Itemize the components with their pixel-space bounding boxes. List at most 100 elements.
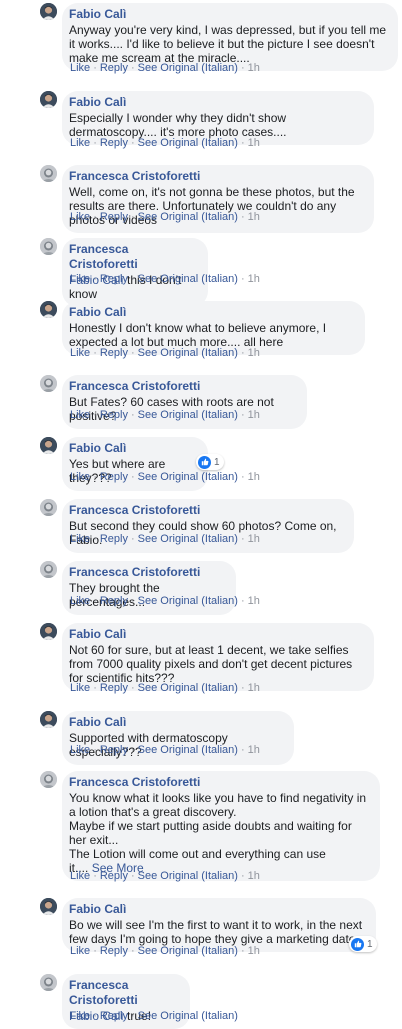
reaction-count[interactable]: 1: [196, 454, 224, 470]
avatar[interactable]: [40, 623, 57, 640]
see-original-button[interactable]: See Original (Italian): [138, 137, 238, 149]
separator-dot: ·: [93, 1010, 97, 1022]
avatar[interactable]: [40, 974, 57, 991]
timestamp-link[interactable]: 1h: [248, 870, 260, 882]
avatar[interactable]: [40, 301, 57, 318]
separator-dot: ·: [240, 945, 245, 957]
avatar[interactable]: [40, 437, 57, 454]
comment-author[interactable]: Francesca Cristoforetti: [69, 242, 199, 272]
like-button[interactable]: Like: [70, 347, 90, 359]
reply-button[interactable]: Reply: [100, 945, 128, 957]
avatar[interactable]: [40, 165, 57, 182]
comment-actions: Like · Reply · See Original (Italian): [70, 1010, 238, 1023]
comment-actions: Like · Reply · See Original (Italian) · 1h: [70, 62, 260, 75]
see-original-button[interactable]: See Original (Italian): [138, 409, 238, 421]
see-original-button[interactable]: See Original (Italian): [138, 533, 238, 545]
see-original-button[interactable]: See Original (Italian): [138, 347, 238, 359]
reply-button[interactable]: Reply: [100, 744, 128, 756]
see-original-button[interactable]: See Original (Italian): [138, 744, 238, 756]
comment-author[interactable]: Francesca Cristoforetti: [69, 379, 298, 394]
avatar[interactable]: [40, 91, 57, 108]
comment-author[interactable]: Fabio Calì: [69, 902, 367, 917]
timestamp-link[interactable]: 1h: [248, 137, 260, 149]
reply-button[interactable]: Reply: [100, 1010, 128, 1022]
like-button[interactable]: Like: [70, 682, 90, 694]
like-button[interactable]: Like: [70, 471, 90, 483]
comment-author[interactable]: Francesca Cristoforetti: [69, 503, 345, 518]
like-button[interactable]: Like: [70, 1010, 90, 1022]
timestamp-link[interactable]: 1h: [248, 347, 260, 359]
timestamp-link[interactable]: 1h: [248, 273, 260, 285]
reaction-count[interactable]: 1: [349, 936, 377, 952]
reply-button[interactable]: Reply: [100, 137, 128, 149]
comment-author[interactable]: Fabio Calì: [69, 715, 285, 730]
like-button[interactable]: Like: [70, 870, 90, 882]
timestamp-link[interactable]: 1h: [248, 744, 260, 756]
avatar[interactable]: [40, 711, 57, 728]
comment-author[interactable]: Fabio Calì: [69, 305, 356, 320]
comment-author[interactable]: Fabio Calì: [69, 441, 199, 456]
see-original-button[interactable]: See Original (Italian): [138, 682, 238, 694]
comment-actions: Like · Reply · See Original (Italian) · 1h: [70, 347, 260, 360]
timestamp-link[interactable]: 1h: [248, 533, 260, 545]
separator-dot: ·: [240, 595, 245, 607]
reply-button[interactable]: Reply: [100, 273, 128, 285]
separator-dot: ·: [130, 945, 135, 957]
comment-author[interactable]: Fabio Calì: [69, 627, 365, 642]
see-original-button[interactable]: See Original (Italian): [138, 1010, 238, 1022]
timestamp-link[interactable]: 1h: [248, 471, 260, 483]
separator-dot: ·: [130, 347, 135, 359]
see-original-button[interactable]: See Original (Italian): [138, 595, 238, 607]
avatar[interactable]: [40, 898, 57, 915]
see-original-button[interactable]: See Original (Italian): [138, 273, 238, 285]
like-button[interactable]: Like: [70, 211, 90, 223]
avatar[interactable]: [40, 561, 57, 578]
avatar[interactable]: [40, 375, 57, 392]
timestamp-link[interactable]: 1h: [248, 62, 260, 74]
avatar[interactable]: [40, 238, 57, 255]
like-button[interactable]: Like: [70, 137, 90, 149]
like-button[interactable]: Like: [70, 62, 90, 74]
reply-button[interactable]: Reply: [100, 409, 128, 421]
like-button[interactable]: Like: [70, 945, 90, 957]
reply-button[interactable]: Reply: [100, 595, 128, 607]
comment-text: Not 60 for sure, but at least 1 decent, …: [69, 643, 365, 685]
reply-button[interactable]: Reply: [100, 870, 128, 882]
see-original-button[interactable]: See Original (Italian): [138, 471, 238, 483]
see-original-button[interactable]: See Original (Italian): [138, 870, 238, 882]
avatar[interactable]: [40, 499, 57, 516]
like-button[interactable]: Like: [70, 409, 90, 421]
comment-author[interactable]: Francesca Cristoforetti: [69, 775, 371, 790]
comment-author[interactable]: Francesca Cristoforetti: [69, 169, 365, 184]
avatar[interactable]: [40, 3, 57, 20]
timestamp-link[interactable]: 1h: [248, 945, 260, 957]
avatar[interactable]: [40, 771, 57, 788]
reply-button[interactable]: Reply: [100, 471, 128, 483]
timestamp-link[interactable]: 1h: [248, 409, 260, 421]
timestamp-link[interactable]: 1h: [248, 682, 260, 694]
separator-dot: ·: [130, 870, 135, 882]
separator-dot: ·: [130, 137, 135, 149]
comment-author[interactable]: Francesca Cristoforetti: [69, 978, 181, 1008]
thumbs-up-icon: [198, 455, 211, 469]
comment-author[interactable]: Francesca Cristoforetti: [69, 565, 227, 580]
see-original-button[interactable]: See Original (Italian): [138, 211, 238, 223]
reply-button[interactable]: Reply: [100, 682, 128, 694]
comment-author[interactable]: Fabio Calì: [69, 95, 365, 110]
timestamp-link[interactable]: 1h: [248, 211, 260, 223]
comment-actions: Like · Reply · See Original (Italian) · 1h: [70, 744, 260, 757]
see-original-button[interactable]: See Original (Italian): [138, 945, 238, 957]
reply-button[interactable]: Reply: [100, 533, 128, 545]
like-button[interactable]: Like: [70, 273, 90, 285]
separator-dot: ·: [240, 347, 245, 359]
comment-text: You know what it looks like you have to …: [69, 791, 371, 875]
like-button[interactable]: Like: [70, 595, 90, 607]
like-button[interactable]: Like: [70, 744, 90, 756]
reply-button[interactable]: Reply: [100, 347, 128, 359]
comment-author[interactable]: Fabio Calì: [69, 7, 389, 22]
timestamp-link[interactable]: 1h: [248, 595, 260, 607]
reply-button[interactable]: Reply: [100, 211, 128, 223]
reply-button[interactable]: Reply: [100, 62, 128, 74]
like-button[interactable]: Like: [70, 533, 90, 545]
see-original-button[interactable]: See Original (Italian): [138, 62, 238, 74]
